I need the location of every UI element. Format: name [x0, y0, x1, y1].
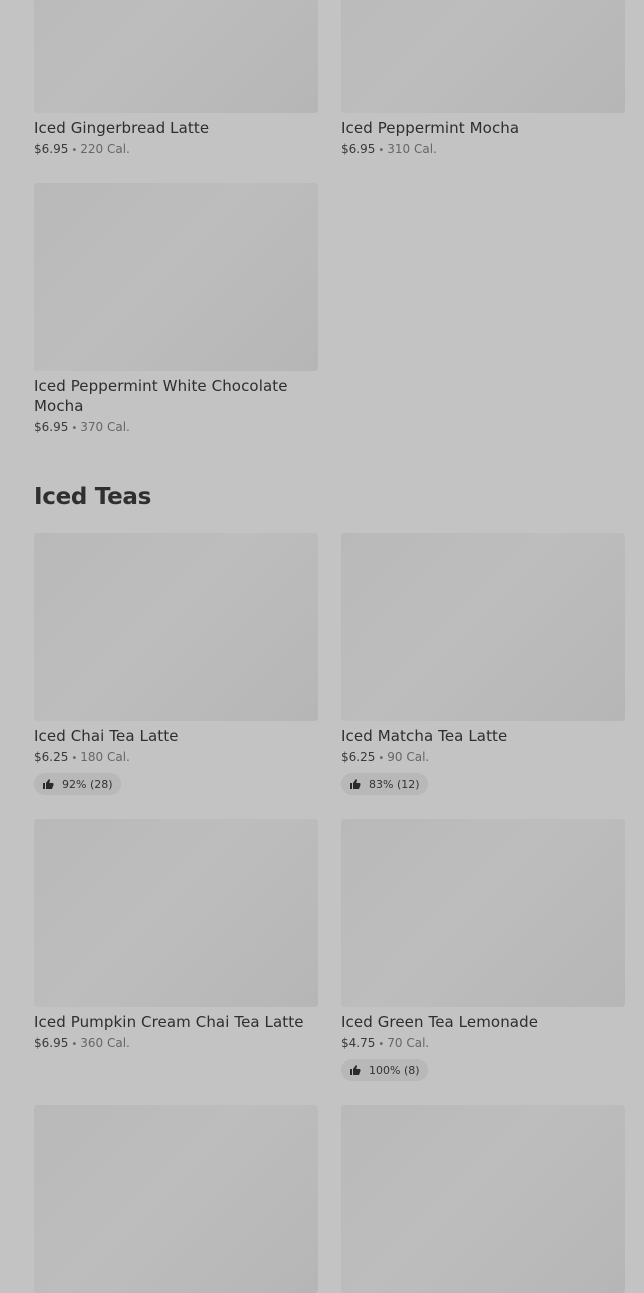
thumbs-up-icon	[350, 779, 361, 789]
item-price: $6.25	[341, 750, 376, 764]
thumbs-up-icon	[350, 1065, 361, 1075]
item-meta: $6.25 • 90 Cal.	[341, 749, 625, 767]
item-name[interactable]: Iced Peppermint Mocha	[341, 118, 625, 138]
menu-item-card[interactable]: Iced Matcha Tea Latte $6.25 • 90 Cal. 83% …	[341, 533, 625, 795]
menu-item-card[interactable]: Iced Chai Tea Latte $6.25 • 180 Cal. 92% (…	[34, 533, 318, 795]
item-name[interactable]: Iced Peppermint White Chocolate Mocha	[34, 376, 318, 416]
item-image[interactable]	[34, 0, 318, 113]
item-price: $6.95	[34, 1036, 69, 1050]
item-calories: 370 Cal.	[80, 420, 130, 434]
item-name[interactable]: Iced Pumpkin Cream Chai Tea Latte	[34, 1012, 318, 1032]
rating-text: 100% (8)	[369, 1063, 420, 1077]
item-meta: $4.75 • 70 Cal.	[341, 1035, 625, 1053]
menu-item-card[interactable]: Iced Gingerbread Latte $6.95 • 220 Cal.	[34, 0, 318, 159]
item-image[interactable]	[341, 533, 625, 721]
item-price: $4.75	[341, 1036, 376, 1050]
item-meta: $6.95 • 220 Cal.	[34, 141, 318, 159]
item-image[interactable]	[341, 1105, 625, 1293]
item-image[interactable]	[34, 533, 318, 721]
separator: •	[71, 753, 78, 764]
item-calories: 90 Cal.	[387, 750, 430, 764]
separator: •	[378, 753, 385, 764]
item-image[interactable]	[34, 1105, 318, 1293]
item-meta: $6.95 • 310 Cal.	[341, 141, 625, 159]
item-price: $6.95	[34, 142, 69, 156]
thumbs-up-icon	[43, 779, 54, 789]
item-image[interactable]	[34, 819, 318, 1007]
menu-item-card[interactable]: Iced Peppermint Mocha $6.95 • 310 Cal.	[341, 0, 625, 159]
item-calories: 360 Cal.	[80, 1036, 130, 1050]
item-price: $6.95	[341, 142, 376, 156]
rating-badge: 100% (8)	[341, 1059, 428, 1081]
menu-item-card[interactable]	[34, 1105, 318, 1293]
item-meta: $6.25 • 180 Cal.	[34, 749, 318, 767]
rating-badge: 92% (28)	[34, 773, 121, 795]
item-price: $6.95	[34, 420, 69, 434]
separator: •	[71, 145, 78, 156]
item-name[interactable]: Iced Gingerbread Latte	[34, 118, 318, 138]
rating-text: 83% (12)	[369, 777, 420, 791]
separator: •	[71, 1039, 78, 1050]
item-name[interactable]: Iced Matcha Tea Latte	[341, 726, 625, 746]
menu-item-card[interactable]	[341, 1105, 625, 1293]
separator: •	[378, 145, 385, 156]
item-calories: 220 Cal.	[80, 142, 130, 156]
section-title: Iced Teas	[34, 484, 152, 510]
item-price: $6.25	[34, 750, 69, 764]
item-calories: 70 Cal.	[387, 1036, 430, 1050]
menu-item-card[interactable]: Iced Peppermint White Chocolate Mocha $6…	[34, 183, 318, 437]
separator: •	[378, 1039, 385, 1050]
item-calories: 180 Cal.	[80, 750, 130, 764]
item-meta: $6.95 • 360 Cal.	[34, 1035, 318, 1053]
rating-badge: 83% (12)	[341, 773, 428, 795]
item-image[interactable]	[341, 819, 625, 1007]
menu-item-card[interactable]: Iced Green Tea Lemonade $4.75 • 70 Cal. 10…	[341, 819, 625, 1081]
rating-text: 92% (28)	[62, 777, 113, 791]
item-meta: $6.95 • 370 Cal.	[34, 419, 318, 437]
item-image[interactable]	[341, 0, 625, 113]
separator: •	[71, 423, 78, 434]
item-name[interactable]: Iced Green Tea Lemonade	[341, 1012, 625, 1032]
item-name[interactable]: Iced Chai Tea Latte	[34, 726, 318, 746]
item-calories: 310 Cal.	[387, 142, 437, 156]
item-image[interactable]	[34, 183, 318, 371]
menu-item-card[interactable]: Iced Pumpkin Cream Chai Tea Latte $6.95 •…	[34, 819, 318, 1053]
